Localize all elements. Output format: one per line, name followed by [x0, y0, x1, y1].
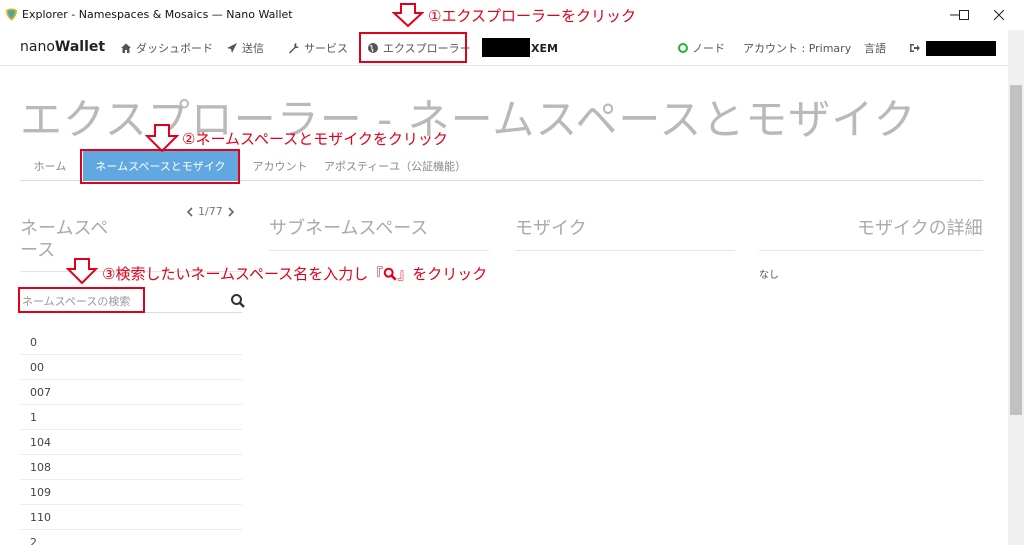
annotation-step3: ③検索したいネームスペース名を入力し『 』をクリック — [102, 263, 487, 284]
close-icon — [994, 10, 1004, 20]
nav-account-label: アカウント : Primary — [743, 42, 852, 55]
pager-label: 1/77 — [198, 205, 223, 218]
chevron-left-icon[interactable] — [186, 206, 194, 217]
nav-node[interactable]: ノード — [678, 30, 725, 66]
maximize-icon — [959, 10, 969, 20]
top-navbar: nanoWallet ダッシュボード 送信 サービス エクスプローラー XEM … — [0, 30, 1008, 66]
redacted-account-name — [926, 41, 996, 56]
wrench-icon — [289, 43, 299, 54]
subnamespace-heading: サブネームスペース — [269, 218, 429, 239]
namespace-list-item[interactable]: 2 — [20, 530, 242, 545]
brand-text-nano: nano — [20, 39, 55, 55]
namespace-list-item[interactable]: 0 — [20, 330, 242, 355]
balance-unit-label: XEM — [531, 41, 558, 55]
nav-send-label: 送信 — [242, 42, 264, 55]
chevron-right-icon[interactable] — [227, 206, 235, 217]
mosaic-detail-divider — [759, 250, 983, 251]
nav-language[interactable]: 言語 — [864, 30, 886, 66]
home-icon — [121, 43, 131, 53]
brand-logo[interactable]: nanoWallet — [20, 39, 105, 55]
namespace-list-item[interactable]: 007 — [20, 380, 242, 405]
tab-home[interactable]: ホーム — [20, 150, 80, 181]
annotation-box-search — [18, 287, 145, 313]
tab-apostille[interactable]: アポスティーユ（公証機能） — [324, 150, 466, 181]
nav-dashboard[interactable]: ダッシュボード — [120, 30, 213, 66]
annotation-step2: ②ネームスペースとモザイクをクリック — [182, 130, 448, 148]
nav-services-label: サービス — [304, 42, 348, 55]
mosaic-divider — [515, 250, 735, 251]
namespace-list-item[interactable]: 1 — [20, 405, 242, 430]
nav-dashboard-label: ダッシュボード — [136, 42, 213, 55]
balance-unit: XEM — [531, 30, 558, 66]
nav-node-label: ノード — [692, 42, 725, 55]
namespace-list-item[interactable]: 104 — [20, 430, 242, 455]
namespace-list-item[interactable]: 108 — [20, 455, 242, 480]
sign-out-icon — [910, 44, 920, 52]
annotation-arrow-3 — [66, 258, 98, 285]
mosaic-detail-heading: モザイクの詳細 — [857, 218, 983, 239]
annotation-step1: ①エクスプローラーをクリック — [428, 7, 636, 25]
nem-logo-icon — [6, 8, 17, 21]
nav-language-label: 言語 — [864, 42, 886, 55]
namespace-pager: 1/77 — [186, 205, 235, 218]
namespace-heading-line2: ース — [20, 240, 56, 261]
brand-text-wallet: Wallet — [54, 39, 106, 55]
scrollbar-thumb[interactable] — [1010, 85, 1022, 415]
annotation-box-tab — [80, 149, 240, 184]
mosaic-heading: モザイク — [515, 218, 587, 239]
annotation-step3-end: 』をクリック — [397, 265, 488, 283]
namespace-list-item[interactable]: 110 — [20, 505, 242, 530]
namespace-list: 0 00 007 1 104 108 109 110 2 — [20, 330, 242, 545]
nav-account[interactable]: アカウント : Primary — [743, 30, 851, 66]
nav-send[interactable]: 送信 — [226, 30, 264, 66]
annotation-box-explorer — [359, 32, 467, 63]
close-button[interactable] — [976, 0, 1022, 30]
search-icon[interactable] — [230, 293, 246, 309]
namespace-list-item[interactable]: 00 — [20, 355, 242, 380]
namespace-list-item[interactable]: 109 — [20, 480, 242, 505]
subnamespace-divider — [269, 250, 489, 251]
annotation-search-icon — [383, 267, 397, 281]
tab-account[interactable]: アカウント — [245, 150, 315, 181]
nav-services[interactable]: サービス — [288, 30, 348, 66]
annotation-step3-text: ③検索したいネームスペース名を入力し『 — [102, 265, 384, 283]
redacted-balance — [482, 38, 530, 57]
nav-logout[interactable] — [909, 30, 925, 66]
node-status-icon — [678, 43, 688, 53]
annotation-arrow-1 — [392, 3, 424, 28]
window-title: Explorer - Namespaces & Mosaics — Nano W… — [22, 8, 293, 21]
mosaic-detail-value: なし — [759, 270, 779, 281]
send-icon — [227, 43, 237, 53]
